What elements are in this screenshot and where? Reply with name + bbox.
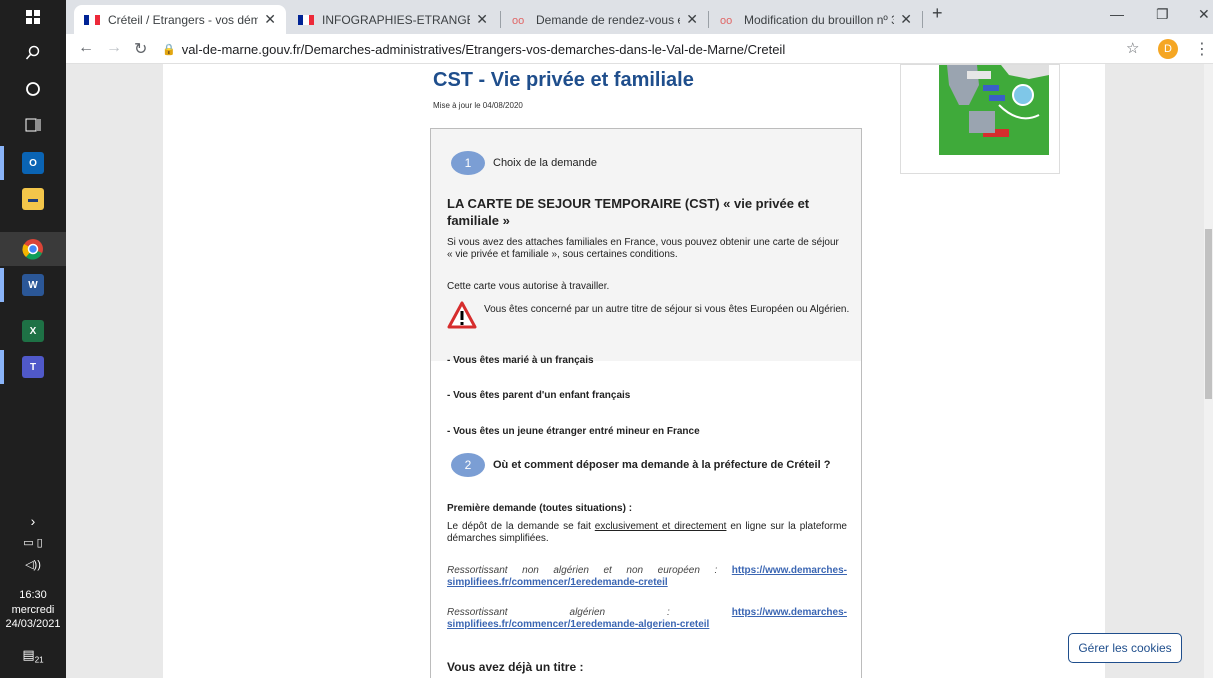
warning-text: Vous êtes concerné par un autre titre de…: [484, 304, 850, 315]
url-text: val-de-marne.gouv.fr/Demarches-administr…: [181, 41, 786, 57]
windows-taskbar: O ▬ W X T › ▭ ▯ ◁)) 16:30 mercredi 24/03…: [0, 0, 66, 678]
cst-heading: LA CARTE DE SEJOUR TEMPORAIRE (CST) « vi…: [447, 196, 810, 228]
tab-rendez-vous[interactable]: oo Demande de rendez-vous en vue ✕: [502, 5, 708, 34]
windows-start-icon[interactable]: [0, 0, 66, 34]
excel-icon[interactable]: X: [0, 314, 66, 348]
search-icon[interactable]: [0, 36, 66, 70]
work-text: Cette carte vous autorise à travailler.: [447, 281, 610, 292]
tab-creteil[interactable]: Créteil / Etrangers - vos démarch ✕: [74, 5, 286, 34]
tab-brouillon[interactable]: oo Modification du brouillon nº 394 ✕: [710, 5, 922, 34]
update-date: Mise à jour le 04/08/2020: [433, 101, 523, 110]
reload-icon[interactable]: ↻: [134, 39, 147, 59]
file-explorer-icon[interactable]: ▬: [0, 182, 66, 216]
task-view-icon[interactable]: [0, 108, 66, 142]
network-icon[interactable]: ▭ ▯: [0, 536, 66, 550]
step-2: 2 Où et comment déposer ma demande à la …: [451, 453, 830, 477]
demarches-simplifiees-icon: oo: [512, 14, 525, 27]
tab-infographies[interactable]: INFOGRAPHIES-ETRANGERS-CRE ✕: [288, 5, 498, 34]
page-content: CST - Vie privée et familiale Mise à jou…: [163, 64, 1105, 678]
step-1-number: 1: [451, 151, 485, 175]
word-icon[interactable]: W: [0, 268, 66, 302]
first-request-title: Première demande (toutes situations) :: [447, 503, 633, 514]
page-scrollbar[interactable]: [1204, 64, 1213, 678]
deposit-emphasis: exclusivement et directement: [594, 521, 727, 532]
warning-icon: [447, 301, 477, 329]
browser-toolbar: ← → ↻ 🔒 val-de-marne.gouv.fr/Demarches-a…: [66, 34, 1213, 64]
clock-day[interactable]: mercredi: [0, 603, 66, 617]
menu-kebab-icon[interactable]: ⋮: [1194, 39, 1210, 59]
teams-icon[interactable]: T: [0, 350, 66, 384]
page-title: CST - Vie privée et familiale: [433, 69, 694, 91]
already-title: Vous avez déjà un titre :: [447, 660, 584, 674]
page-viewport: CST - Vie privée et familiale Mise à jou…: [66, 64, 1204, 678]
clock-time[interactable]: 16:30: [0, 588, 66, 602]
map-image: [939, 65, 1049, 155]
forward-icon[interactable]: →: [106, 39, 122, 57]
option-parent: - Vous êtes parent d'un enfant français: [447, 390, 631, 401]
map-thumbnail[interactable]: [900, 64, 1060, 174]
new-tab-button[interactable]: +: [932, 3, 943, 24]
lock-icon[interactable]: 🔒: [162, 43, 176, 56]
profile-avatar[interactable]: D: [1158, 39, 1178, 59]
minimize-icon[interactable]: —: [1110, 6, 1124, 22]
french-flag-icon: [298, 14, 314, 25]
clock-date[interactable]: 24/03/2021: [0, 617, 66, 631]
close-tab-icon[interactable]: ✕: [900, 11, 912, 28]
close-window-icon[interactable]: ✕: [1198, 6, 1210, 23]
demarches-simplifiees-icon: oo: [720, 14, 733, 27]
option-minor: - Vous êtes un jeune étranger entré mine…: [447, 426, 700, 437]
chrome-icon[interactable]: [0, 232, 66, 266]
manage-cookies-button[interactable]: Gérer les cookies: [1068, 633, 1182, 663]
close-tab-icon[interactable]: ✕: [476, 11, 488, 28]
notification-count: 21: [34, 655, 44, 665]
step-2-number: 2: [451, 453, 485, 477]
info-box: 1 Choix de la demande LA CARTE DE SEJOUR…: [430, 128, 862, 678]
close-tab-icon[interactable]: ✕: [686, 11, 698, 28]
step-1-label: Choix de la demande: [493, 157, 597, 169]
step-2-label: Où et comment déposer ma demande à la pr…: [493, 459, 831, 471]
option-married: - Vous êtes marié à un français: [447, 355, 594, 366]
step-1: 1 Choix de la demande: [451, 151, 597, 175]
scrollbar-thumb[interactable]: [1205, 229, 1212, 399]
cortana-icon[interactable]: [0, 72, 66, 106]
ressortissant-algerien: Ressortissant algérien : https://www.dem…: [447, 607, 847, 630]
ressortissant-non-algerien: Ressortissant non algérien et non europé…: [447, 565, 847, 588]
address-bar[interactable]: 🔒 val-de-marne.gouv.fr/Demarches-adminis…: [162, 38, 1162, 60]
action-center-icon[interactable]: ▤21: [0, 648, 66, 668]
browser-tab-bar: Créteil / Etrangers - vos démarch ✕ INFO…: [66, 0, 1213, 34]
outlook-icon[interactable]: O: [0, 146, 66, 180]
close-tab-icon[interactable]: ✕: [264, 11, 276, 28]
deposit-text: Le dépôt de la demande se fait exclusive…: [447, 521, 847, 544]
volume-icon[interactable]: ◁)): [0, 558, 66, 572]
french-flag-icon: [84, 14, 100, 25]
show-hidden-icons-chevron-icon[interactable]: ›: [0, 514, 66, 528]
restore-icon[interactable]: ❐: [1156, 6, 1169, 23]
bookmark-star-icon[interactable]: ☆: [1126, 39, 1139, 57]
back-icon[interactable]: ←: [78, 39, 94, 57]
intro-text: Si vous avez des attaches familiales en …: [447, 237, 839, 260]
